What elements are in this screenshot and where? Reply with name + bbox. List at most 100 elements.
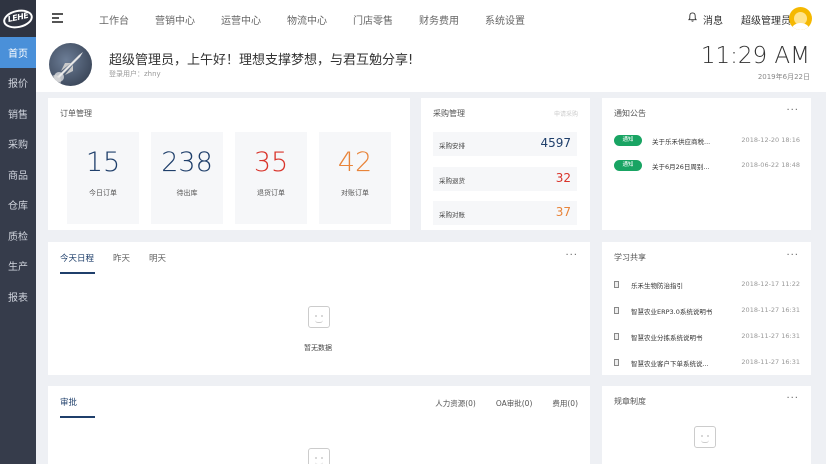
sidebar-item-2[interactable]: 销售 xyxy=(0,98,36,129)
approval-card: 审批 人力资源(0) OA审批(0) 费用(0) xyxy=(48,386,590,464)
top-nav-item-0[interactable]: 工作台 xyxy=(99,12,129,27)
document-icon xyxy=(614,307,619,314)
order-stat-label: 今日订单 xyxy=(89,189,117,197)
notice-more-button[interactable]: ··· xyxy=(786,105,799,116)
bell-icon[interactable] xyxy=(688,12,697,22)
study-item-time: 2018-11-27 16:31 xyxy=(741,332,800,340)
empty-box-icon xyxy=(308,306,330,328)
notice-text: 关于6月26日周别... xyxy=(652,163,710,171)
notice-badge: 通知 xyxy=(614,160,642,171)
purchase-row-label: 采购对账 xyxy=(439,211,465,219)
sidebar-item-7[interactable]: 生产 xyxy=(0,251,36,282)
purchase-row-1[interactable]: 采购退货 32 xyxy=(433,167,577,191)
purchase-management-card: 采购管理 申请采购 采购安排 4597 采购退货 32 采购对账 37 xyxy=(421,98,590,230)
notice-item-0[interactable]: 通知 关于乐禾供应商税... 2018-12-20 18:16 xyxy=(614,135,800,147)
tab-schedule-1[interactable]: 昨天 xyxy=(113,252,130,274)
order-stat-label: 退货订单 xyxy=(257,189,285,197)
study-item-text: 乐禾生物防治指引 xyxy=(631,282,683,290)
purchase-row-2[interactable]: 采购对账 37 xyxy=(433,201,577,225)
approval-link-1[interactable]: OA审批(0) xyxy=(496,398,533,409)
user-name[interactable]: 超级管理员 xyxy=(741,12,791,27)
study-item-text: 智慧农业客户下单系统说... xyxy=(631,360,709,368)
notice-card: 通知公告 ··· 通知 关于乐禾供应商税... 2018-12-20 18:16 通知… xyxy=(602,98,811,230)
top-nav: 工作台 营销中心 运营中心 物流中心 门店零售 财务费用 系统设置 xyxy=(99,12,551,27)
study-item-2[interactable]: 智慧农业分拣系统说明书 2018-11-27 16:31 xyxy=(614,332,800,342)
study-card: 学习共享 ··· 乐禾生物防治指引 2018-12-17 11:22 智慧农业ERP… xyxy=(602,242,811,375)
order-stat-label: 对账订单 xyxy=(341,189,369,197)
login-user: 登录用户：zhny xyxy=(109,70,161,78)
sidebar-item-0[interactable]: 首页 xyxy=(0,37,36,68)
sidebar-item-5[interactable]: 仓库 xyxy=(0,190,36,221)
logo-text: LEHE xyxy=(6,10,30,24)
notice-time: 2018-06-22 18:48 xyxy=(741,161,800,169)
study-item-time: 2018-11-27 16:31 xyxy=(741,358,800,366)
tab-schedule-0[interactable]: 今天日程 xyxy=(60,252,96,274)
empty-box-icon xyxy=(308,448,330,464)
order-stat-2[interactable]: 35 退货订单 xyxy=(235,132,307,224)
rules-title: 规章制度 xyxy=(614,397,646,406)
sidebar-item-3[interactable]: 采购 xyxy=(0,129,36,160)
sidebar-item-4[interactable]: 商品 xyxy=(0,159,36,190)
notice-time: 2018-12-20 18:16 xyxy=(741,136,800,144)
document-icon xyxy=(614,359,619,366)
schedule-more-button[interactable]: ··· xyxy=(565,250,578,261)
approval-links: 人力资源(0) OA审批(0) 费用(0) xyxy=(415,398,578,409)
sidebar-item-6[interactable]: 质检 xyxy=(0,220,36,251)
sidebar-item-1[interactable]: 报价 xyxy=(0,68,36,99)
order-stat-3[interactable]: 42 对账订单 xyxy=(319,132,391,224)
study-item-0[interactable]: 乐禾生物防治指引 2018-12-17 11:22 xyxy=(614,280,800,290)
rules-more-button[interactable]: ··· xyxy=(786,393,799,404)
purchase-row-0[interactable]: 采购安排 4597 xyxy=(433,132,577,156)
messages-link[interactable]: 消息 xyxy=(703,12,723,27)
order-management-title: 订单管理 xyxy=(60,109,92,118)
clock-time: 11:29 AM xyxy=(700,43,810,69)
order-stat-value: 35 xyxy=(253,147,289,178)
approval-link-2[interactable]: 费用(0) xyxy=(552,398,578,409)
notice-text: 关于乐禾供应商税... xyxy=(652,138,711,146)
apply-purchase-link[interactable]: 申请采购 xyxy=(554,109,578,118)
top-nav-item-1[interactable]: 营销中心 xyxy=(155,12,195,27)
approval-tabs: 审批 xyxy=(60,396,96,418)
top-nav-item-6[interactable]: 系统设置 xyxy=(485,12,525,27)
tab-approval[interactable]: 审批 xyxy=(60,396,96,418)
document-icon xyxy=(614,333,619,340)
order-stat-label: 待出库 xyxy=(176,189,198,197)
welcome-panel: 超级管理员，上午好！理想支撑梦想，与君互勉分享! 登录用户：zhny 11:29… xyxy=(36,37,826,92)
purchase-row-label: 采购安排 xyxy=(439,142,465,150)
empty-text: 暂无数据 xyxy=(304,344,332,352)
study-item-time: 2018-12-17 11:22 xyxy=(741,280,800,288)
document-icon xyxy=(614,281,619,288)
sidebar: LEHE 首页 报价 销售 采购 商品 仓库 质检 生产 报表 xyxy=(0,0,36,464)
order-stat-value: 42 xyxy=(337,147,373,178)
menu-toggle-icon[interactable] xyxy=(52,13,63,23)
notice-badge: 通知 xyxy=(614,135,642,146)
order-stat-value: 238 xyxy=(161,147,213,178)
tab-schedule-2[interactable]: 明天 xyxy=(149,252,166,274)
top-nav-item-2[interactable]: 运营中心 xyxy=(221,12,261,27)
study-item-text: 智慧农业分拣系统说明书 xyxy=(631,334,703,342)
notice-item-1[interactable]: 通知 关于6月26日周别... 2018-06-22 18:48 xyxy=(614,160,800,172)
logo[interactable]: LEHE xyxy=(0,0,36,37)
top-nav-item-5[interactable]: 财务费用 xyxy=(419,12,459,27)
sidebar-item-8[interactable]: 报表 xyxy=(0,281,36,312)
study-more-button[interactable]: ··· xyxy=(786,250,799,261)
study-item-time: 2018-11-27 16:31 xyxy=(741,306,800,314)
order-management-card: 订单管理 15 今日订单 238 待出库 35 退货订单 42 对账订单 xyxy=(48,98,410,230)
logo-mark: LEHE xyxy=(1,6,35,31)
rules-card: 规章制度 ··· xyxy=(602,386,811,464)
purchase-row-value: 32 xyxy=(555,171,571,185)
rocket-avatar xyxy=(49,43,92,86)
study-title: 学习共享 xyxy=(614,253,646,262)
schedule-tabs: 今天日程 昨天 明天 xyxy=(60,252,185,274)
user-avatar[interactable] xyxy=(789,7,812,30)
top-bar: 工作台 营销中心 运营中心 物流中心 门店零售 财务费用 系统设置 消息 超级管理员 xyxy=(36,0,826,37)
study-item-3[interactable]: 智慧农业客户下单系统说... 2018-11-27 16:31 xyxy=(614,358,800,368)
study-item-1[interactable]: 智慧农业ERP3.0系统说明书 2018-11-27 16:31 xyxy=(614,306,800,316)
order-stat-0[interactable]: 15 今日订单 xyxy=(67,132,139,224)
top-nav-item-3[interactable]: 物流中心 xyxy=(287,12,327,27)
order-stat-1[interactable]: 238 待出库 xyxy=(151,132,223,224)
study-item-text: 智慧农业ERP3.0系统说明书 xyxy=(631,308,713,316)
approval-link-0[interactable]: 人力资源(0) xyxy=(435,398,476,409)
notice-title: 通知公告 xyxy=(614,109,646,118)
top-nav-item-4[interactable]: 门店零售 xyxy=(353,12,393,27)
